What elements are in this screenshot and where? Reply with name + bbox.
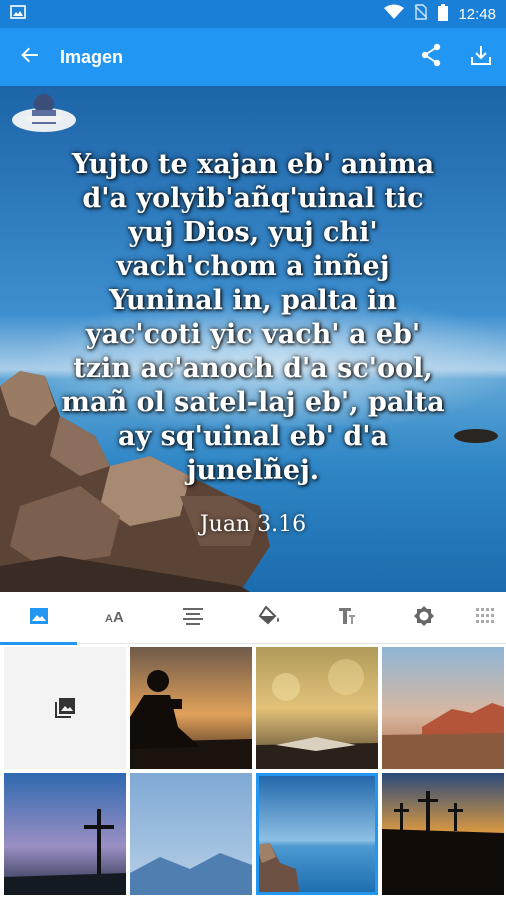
arrow-back-icon [20,45,40,70]
background-gallery [0,645,506,900]
status-bar: 12:48 [0,0,506,28]
tab-font[interactable]: AA [77,592,154,644]
status-time: 12:48 [458,5,496,23]
app-bar: Imagen [0,28,506,86]
battery-icon [438,3,449,25]
tab-color[interactable] [231,592,308,644]
tab-adjust[interactable] [385,592,462,644]
image-notification-icon [10,5,26,23]
paint-bucket-icon [258,604,281,631]
verse-text: Yujto te xajan eb' anima d'a yolyib'añq'… [61,149,445,486]
bg-boy-reading-sunset[interactable] [130,647,252,769]
image-icon [29,607,49,630]
photo-library-icon [54,697,76,719]
download-button[interactable] [456,28,506,86]
share-button[interactable] [406,28,456,86]
download-icon [470,44,492,71]
verse-reference: Juan 3.16 [199,512,307,537]
svg-text:A: A [113,609,124,624]
bg-desert-mountains[interactable] [382,647,504,769]
brightness-icon [413,605,435,632]
wifi-icon [384,4,405,24]
grid-dots-icon [476,607,496,630]
verse-image-preview[interactable]: Yujto te xajan eb' anima d'a yolyib'añq'… [0,86,506,592]
no-sim-icon [414,4,428,24]
font-size-icon: AA [105,608,127,629]
tab-alignment[interactable] [154,592,231,644]
share-icon [420,43,442,72]
tab-text-style[interactable] [308,592,385,644]
text-format-icon [337,606,357,631]
bg-rocky-sea[interactable] [256,773,378,895]
svg-text:A: A [105,613,113,624]
bg-cross-twilight[interactable] [4,773,126,895]
editor-tabs: AA [0,592,506,645]
gallery-picker[interactable] [4,647,126,769]
align-center-icon [182,607,203,630]
bg-open-bible-bokeh[interactable] [256,647,378,769]
tab-more[interactable] [462,592,506,644]
bg-three-crosses-sunset[interactable] [382,773,504,895]
tab-backgrounds[interactable] [0,592,77,645]
bg-misty-mountains[interactable] [130,773,252,895]
page-title: Imagen [60,46,124,67]
back-button[interactable] [0,28,60,86]
